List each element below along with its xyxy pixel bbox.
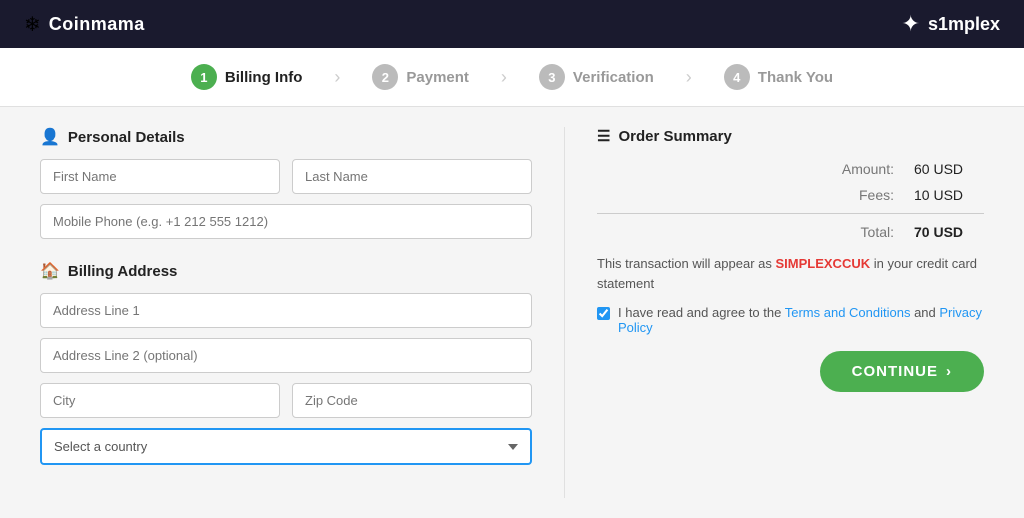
step-3-number: 3 — [539, 64, 565, 90]
amount-row: Amount: 60 USD — [597, 161, 984, 177]
continue-button[interactable]: CONTINUE › — [820, 351, 984, 392]
main-content: 👤 Personal Details 🏠 Billing Address Sel… — [0, 107, 1024, 518]
person-icon: 👤 — [40, 127, 60, 147]
address1-input[interactable] — [40, 293, 532, 328]
order-summary-title: ☰ Order Summary — [597, 127, 984, 145]
simplex-logo-text: s1mplex — [928, 14, 1000, 35]
fees-label: Fees: — [859, 187, 894, 203]
order-icon: ☰ — [597, 127, 610, 145]
simplex-area: ✦ s1mplex — [902, 11, 1000, 37]
step-2-number: 2 — [372, 64, 398, 90]
continue-arrow-icon: › — [946, 363, 952, 380]
header: ❄ Coinmama ✦ s1mplex — [0, 0, 1024, 48]
billing-address-title: 🏠 Billing Address — [40, 261, 532, 281]
step-3-label: Verification — [573, 69, 654, 86]
amount-value: 60 USD — [914, 161, 984, 177]
steps-bar: 1 Billing Info › 2 Payment › 3 Verificat… — [0, 48, 1024, 107]
total-value: 70 USD — [914, 224, 984, 240]
step-sep-3: › — [686, 67, 692, 88]
step-thankyou[interactable]: 4 Thank You — [724, 64, 833, 90]
terms-link[interactable]: Terms and Conditions — [785, 305, 911, 320]
coinmama-logo-text: Coinmama — [49, 14, 145, 35]
left-panel: 👤 Personal Details 🏠 Billing Address Sel… — [40, 127, 564, 498]
zip-input[interactable] — [292, 383, 532, 418]
first-name-input[interactable] — [40, 159, 280, 194]
step-4-number: 4 — [724, 64, 750, 90]
last-name-input[interactable] — [292, 159, 532, 194]
right-panel: ☰ Order Summary Amount: 60 USD Fees: 10 … — [564, 127, 984, 498]
transaction-notice: This transaction will appear as SIMPLEXC… — [597, 254, 984, 293]
agree-text: I have read and agree to the Terms and C… — [618, 305, 984, 335]
step-payment[interactable]: 2 Payment — [372, 64, 469, 90]
transaction-brand: SIMPLEXCCUK — [775, 256, 870, 271]
agree-row: I have read and agree to the Terms and C… — [597, 305, 984, 335]
step-verification[interactable]: 3 Verification — [539, 64, 654, 90]
order-divider — [597, 213, 984, 214]
phone-input[interactable] — [40, 204, 532, 239]
coinmama-icon: ❄ — [24, 12, 41, 37]
logo-area: ❄ Coinmama — [24, 12, 145, 37]
total-label: Total: — [861, 224, 894, 240]
step-sep-1: › — [334, 67, 340, 88]
step-billing[interactable]: 1 Billing Info — [191, 64, 302, 90]
country-select[interactable]: Select a country — [40, 428, 532, 465]
step-4-label: Thank You — [758, 69, 833, 86]
step-2-label: Payment — [406, 69, 469, 86]
simplex-icon: ✦ — [902, 11, 920, 37]
total-row: Total: 70 USD — [597, 224, 984, 240]
amount-label: Amount: — [842, 161, 894, 177]
step-1-number: 1 — [191, 64, 217, 90]
fees-row: Fees: 10 USD — [597, 187, 984, 203]
address2-input[interactable] — [40, 338, 532, 373]
step-1-label: Billing Info — [225, 69, 302, 86]
home-icon: 🏠 — [40, 261, 60, 281]
name-row — [40, 159, 532, 194]
city-input[interactable] — [40, 383, 280, 418]
agree-checkbox[interactable] — [597, 307, 610, 320]
city-zip-row — [40, 383, 532, 418]
step-sep-2: › — [501, 67, 507, 88]
fees-value: 10 USD — [914, 187, 984, 203]
personal-details-title: 👤 Personal Details — [40, 127, 532, 147]
